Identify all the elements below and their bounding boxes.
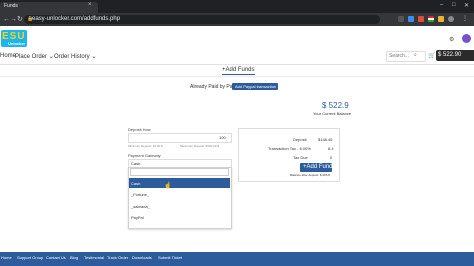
footer-link-support[interactable]: Support Group: [17, 255, 43, 260]
extension-icon[interactable]: [408, 16, 414, 22]
nav-order-history-label: Order History: [54, 54, 90, 60]
search-icon[interactable]: ⌕: [414, 52, 417, 58]
dropdown-option-paypal[interactable]: [129, 213, 230, 223]
dropdown-option-label: _sabrada_: [131, 204, 150, 209]
chevron-down-icon: ⌄: [91, 54, 97, 60]
max-deposit-text: Maximum Deposit: 5000.00 $: [180, 144, 220, 148]
url-text: easy-unlocker.com/addfunds.php: [32, 16, 121, 22]
summary-tax-label: Transaction Tax - 6.00%: [268, 146, 311, 151]
window-close-icon[interactable]: ✕: [464, 2, 469, 9]
settings-icon[interactable]: ⚙: [449, 36, 454, 43]
minimize-icon[interactable]: –: [440, 2, 443, 8]
chevron-down-icon: ⌄: [48, 54, 54, 60]
forward-icon[interactable]: →: [10, 16, 17, 23]
min-deposit-text: Minimum Deposit: 10.00 $: [128, 144, 163, 148]
balance-after-deposit: Balance after deposit: $ 665.8: [290, 173, 330, 177]
deposit-amount-input[interactable]: [128, 133, 232, 143]
browser-tab-title: Funds: [4, 3, 18, 9]
nav-place-order-label: Place Order: [15, 54, 48, 60]
nav-order-history[interactable]: Order History ⌄: [54, 53, 96, 60]
back-icon[interactable]: ←: [3, 16, 10, 23]
gateway-selected-value: Cash: [131, 161, 141, 166]
cart-icon[interactable]: 🛒: [428, 52, 435, 59]
footer-link-downloads[interactable]: Downloads: [132, 255, 152, 260]
add-funds-button-label: +Add Funds: [303, 164, 336, 170]
menu-icon[interactable]: ⋮: [462, 15, 468, 22]
dropdown-option-label: PayPal: [131, 215, 144, 220]
dropdown-search-input[interactable]: [130, 168, 229, 176]
mouse-cursor-icon: ☝: [164, 183, 172, 189]
summary-tax-value: 8.4: [328, 146, 334, 151]
footer-link-submit-ticket[interactable]: Submit Ticket: [158, 255, 182, 260]
maximize-icon[interactable]: □: [452, 2, 456, 8]
extension-icon[interactable]: [418, 16, 424, 22]
search-placeholder: Search...: [389, 53, 410, 59]
current-balance: $ 522.9: [322, 101, 349, 110]
avatar[interactable]: [462, 34, 471, 43]
reload-icon[interactable]: ↻: [17, 16, 23, 23]
dropdown-option-label: _Fortune_: [131, 192, 150, 197]
current-balance-caption: Your Current Balance: [313, 111, 352, 116]
deposit-amount-value: 100: [219, 135, 226, 140]
dropdown-option-label: Cash: [131, 181, 141, 186]
nav-place-order[interactable]: Place Order ⌄: [15, 53, 54, 60]
summary-tax-due-value: 0: [330, 155, 333, 160]
summary-deposit-label: Deposit: [293, 137, 307, 142]
header-divider: [0, 64, 474, 65]
deposit-label: Deposit How: [128, 127, 151, 132]
gateway-label: Payment Gateway: [128, 153, 161, 158]
flag-icon[interactable]: [428, 16, 434, 22]
tabs-divider: [0, 76, 474, 77]
nav-home[interactable]: Home: [0, 53, 16, 59]
extension-icon[interactable]: [438, 16, 444, 22]
profile-icon[interactable]: [448, 16, 454, 22]
footer-link-track-order[interactable]: Track Order: [107, 255, 128, 260]
add-paypal-transaction-label: Add Paypal transaction: [235, 84, 277, 89]
summary-tax-due-label: Tax Due: [293, 155, 308, 160]
footer-link-contact[interactable]: Contact Us: [46, 255, 66, 260]
summary-deposit-value: $148.45: [318, 137, 333, 142]
footer-link-blog[interactable]: Blog: [70, 255, 78, 260]
footer-link-home[interactable]: Home: [1, 255, 12, 260]
extension-icon[interactable]: [398, 16, 404, 22]
balance-button-label: $ 522.90: [438, 52, 462, 58]
tab-add-funds[interactable]: +Add Funds: [222, 67, 255, 75]
dropdown-option-cash[interactable]: [129, 178, 230, 188]
footer-link-testimonial[interactable]: Testimonial: [84, 255, 104, 260]
close-icon[interactable]: ×: [88, 2, 92, 8]
logo-subtext: Unlocker: [8, 41, 26, 46]
